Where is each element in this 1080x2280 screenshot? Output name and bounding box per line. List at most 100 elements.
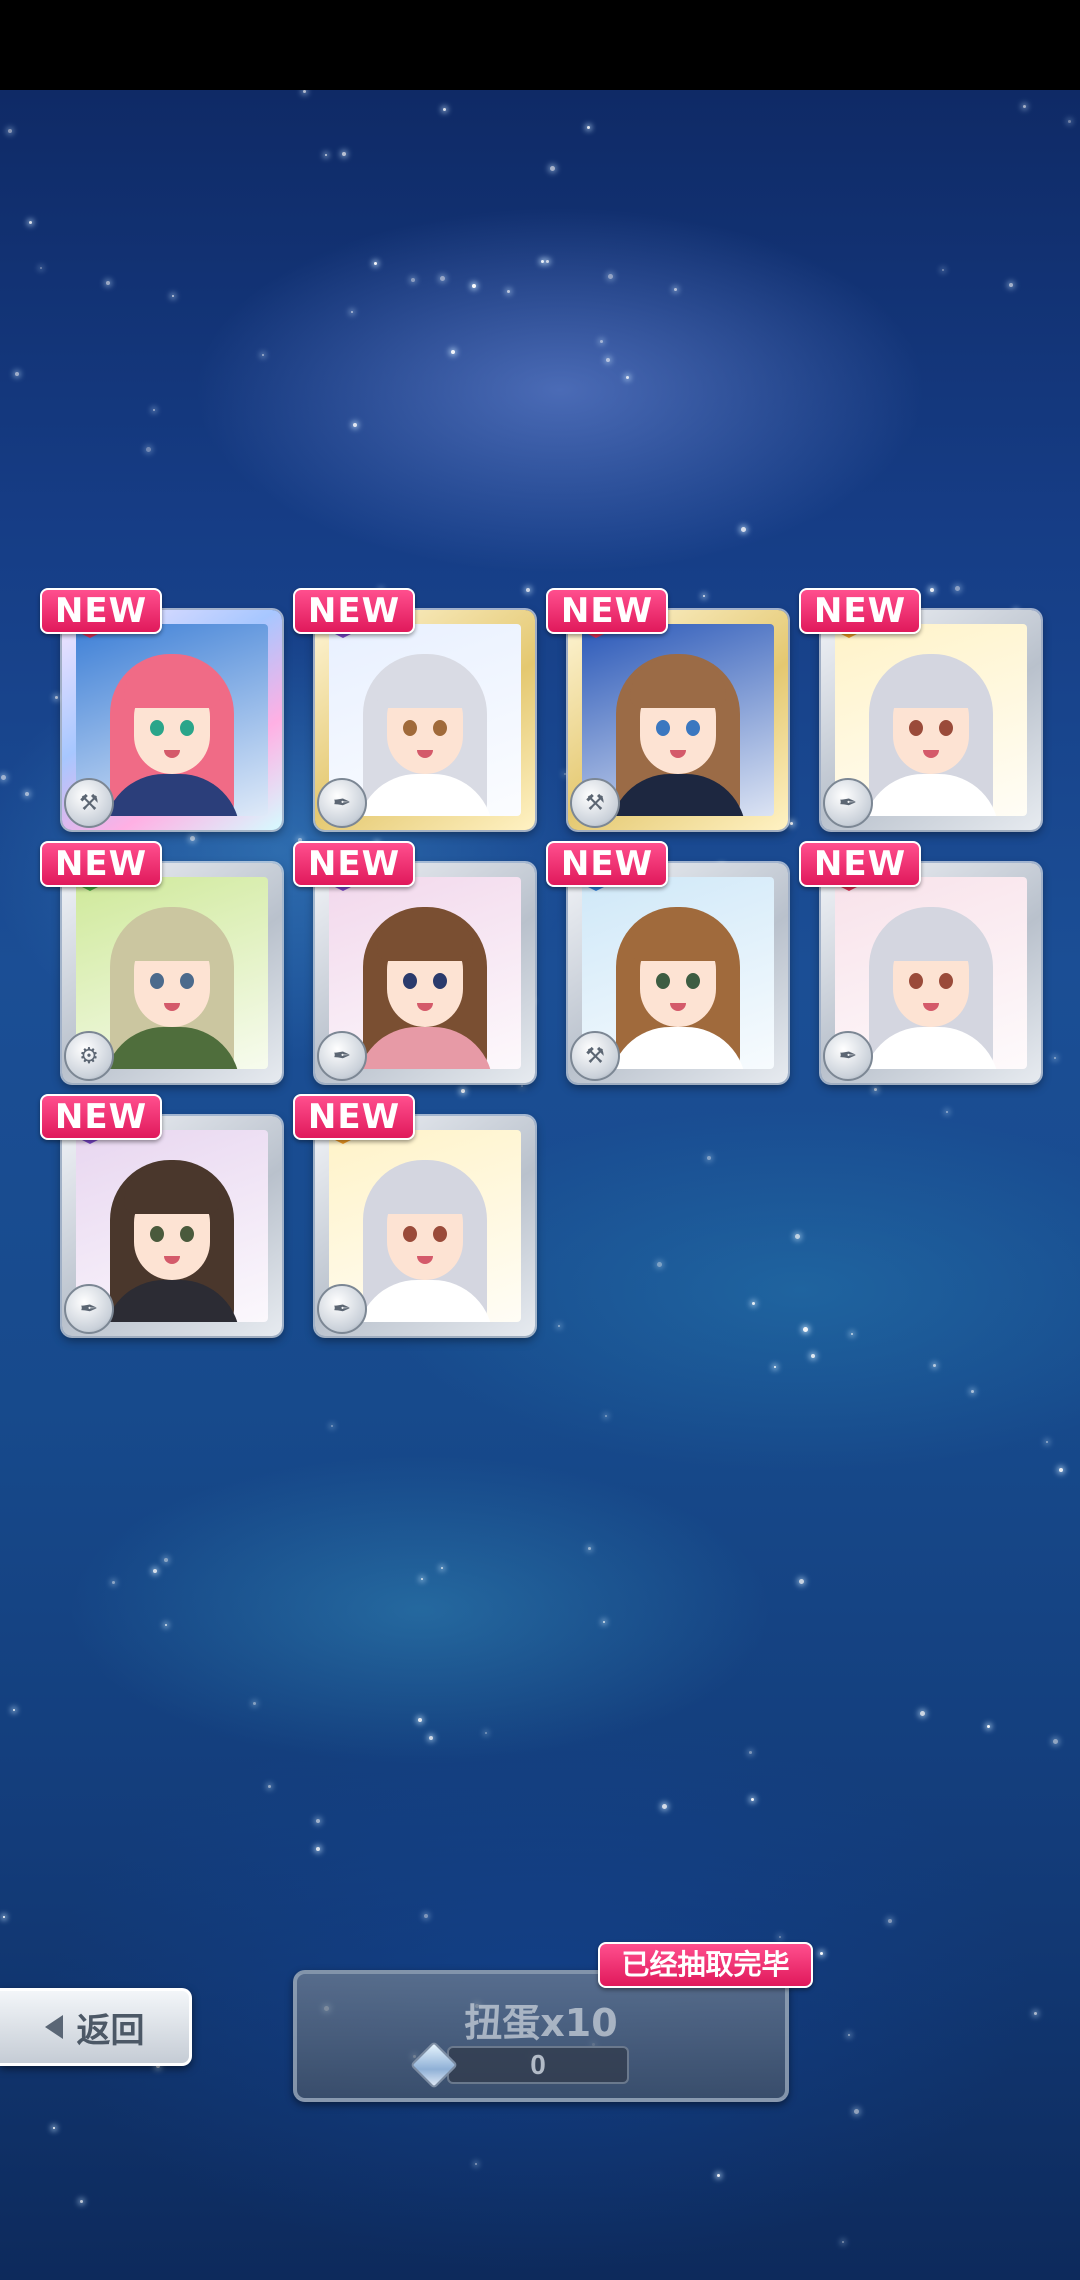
star-dot [165, 1624, 167, 1626]
star-dot [316, 1847, 320, 1851]
portrait-eye [180, 973, 194, 989]
star-dot [888, 1919, 892, 1923]
star-dot [146, 447, 151, 452]
star-dot [424, 1914, 428, 1918]
star-dot [374, 262, 377, 265]
result-card[interactable]: ✒ NEW [293, 1094, 535, 1336]
star-dot [342, 152, 346, 156]
star-dot [707, 1156, 711, 1160]
star-dot [851, 1333, 853, 1335]
new-badge: NEW [40, 588, 162, 634]
portrait-eye [180, 720, 194, 736]
star-dot [507, 290, 510, 293]
new-badge: NEW [293, 588, 415, 634]
star-dot [29, 221, 32, 224]
result-card[interactable]: ✒ NEW [799, 588, 1041, 830]
new-badge: NEW [293, 841, 415, 887]
hammer-icon: ⚒ [64, 778, 114, 828]
new-badge: NEW [546, 841, 668, 887]
star-dot [603, 1621, 605, 1623]
star-dot [112, 1581, 115, 1584]
star-dot [811, 1354, 815, 1358]
portrait-eye [403, 973, 417, 989]
portrait-eye [686, 973, 700, 989]
gacha-results-screen: ⚒ NEW ✒ NEW ⚒ NEW ✒ NEW ⚙ NEW ✒ NEW ⚒ NEW ✒ NEW ✒ NEW ✒ NEW… [0, 0, 1080, 2280]
star-dot [930, 588, 934, 592]
star-dot [564, 773, 566, 775]
star-dot [153, 409, 155, 411]
result-card[interactable]: ⚒ NEW [546, 588, 788, 830]
star-dot [164, 1558, 168, 1562]
portrait-eye [180, 1226, 194, 1242]
result-card[interactable]: ✒ NEW [293, 588, 535, 830]
portrait-eye [433, 973, 447, 989]
portrait-eye [939, 973, 953, 989]
feather-icon: ✒ [823, 778, 873, 828]
star-dot [40, 267, 42, 269]
back-button-label: 返回 [76, 2010, 145, 2051]
star-dot [971, 1390, 974, 1393]
star-dot [190, 836, 195, 841]
star-dot [588, 1547, 591, 1550]
star-dot [920, 1711, 925, 1716]
result-card[interactable]: ✒ NEW [40, 1094, 282, 1336]
star-dot [472, 284, 476, 288]
star-dot [429, 1736, 433, 1740]
gacha-x10-button[interactable]: 扭蛋x10 0 [293, 1970, 789, 2102]
result-card[interactable]: ⚙ NEW [40, 841, 282, 1083]
star-dot [1009, 283, 1013, 287]
new-badge: NEW [293, 1094, 415, 1140]
star-dot [942, 269, 944, 271]
result-card[interactable]: ⚒ NEW [546, 841, 788, 1083]
portrait-eye [909, 720, 923, 736]
star-dot [268, 1785, 271, 1788]
star-dot [316, 1819, 320, 1823]
star-dot [779, 1936, 781, 1938]
star-dot [411, 278, 415, 282]
star-dot [253, 1702, 256, 1705]
star-dot [53, 2127, 55, 2129]
star-dot [657, 1262, 662, 1267]
star-dot [13, 1709, 15, 1711]
feather-icon: ✒ [317, 778, 367, 828]
completed-badge: 已经抽取完毕 [598, 1942, 813, 1988]
hammer-icon: ⚒ [570, 778, 620, 828]
star-dot [848, 2034, 850, 2036]
result-card[interactable]: ✒ NEW [799, 841, 1041, 1083]
star-dot [803, 1327, 808, 1332]
portrait-eye [150, 973, 164, 989]
new-badge: NEW [40, 841, 162, 887]
star-dot [451, 350, 455, 354]
portrait-eye [150, 1226, 164, 1242]
star-dot [854, 2109, 859, 2114]
star-dot [752, 1302, 755, 1305]
portrait-eye [150, 720, 164, 736]
feather-icon: ✒ [317, 1031, 367, 1081]
star-dot [1, 775, 6, 780]
star-dot [485, 1732, 487, 1734]
star-dot [1046, 1441, 1048, 1443]
star-dot [605, 1415, 607, 1417]
star-dot [1068, 120, 1071, 123]
star-dot [8, 129, 12, 133]
star-dot [1034, 2012, 1037, 2015]
star-dot [1059, 1468, 1063, 1472]
result-card[interactable]: ⚒ NEW [40, 588, 282, 830]
star-dot [353, 423, 357, 427]
portrait-eye [433, 1226, 447, 1242]
star-dot [441, 1567, 443, 1569]
star-dot [662, 1804, 667, 1809]
star-dot [626, 376, 629, 379]
portrait-eye [656, 720, 670, 736]
portrait-eye [656, 973, 670, 989]
star-dot [80, 2200, 83, 2203]
back-button[interactable]: 返回 [0, 1988, 192, 2066]
star-dot [461, 1089, 465, 1093]
star-dot [440, 276, 445, 281]
star-dot [774, 1366, 776, 1368]
star-dot [1053, 1739, 1058, 1744]
result-card[interactable]: ✒ NEW [293, 841, 535, 1083]
star-dot [741, 527, 746, 532]
feather-icon: ✒ [317, 1284, 367, 1334]
new-badge: NEW [799, 841, 921, 887]
